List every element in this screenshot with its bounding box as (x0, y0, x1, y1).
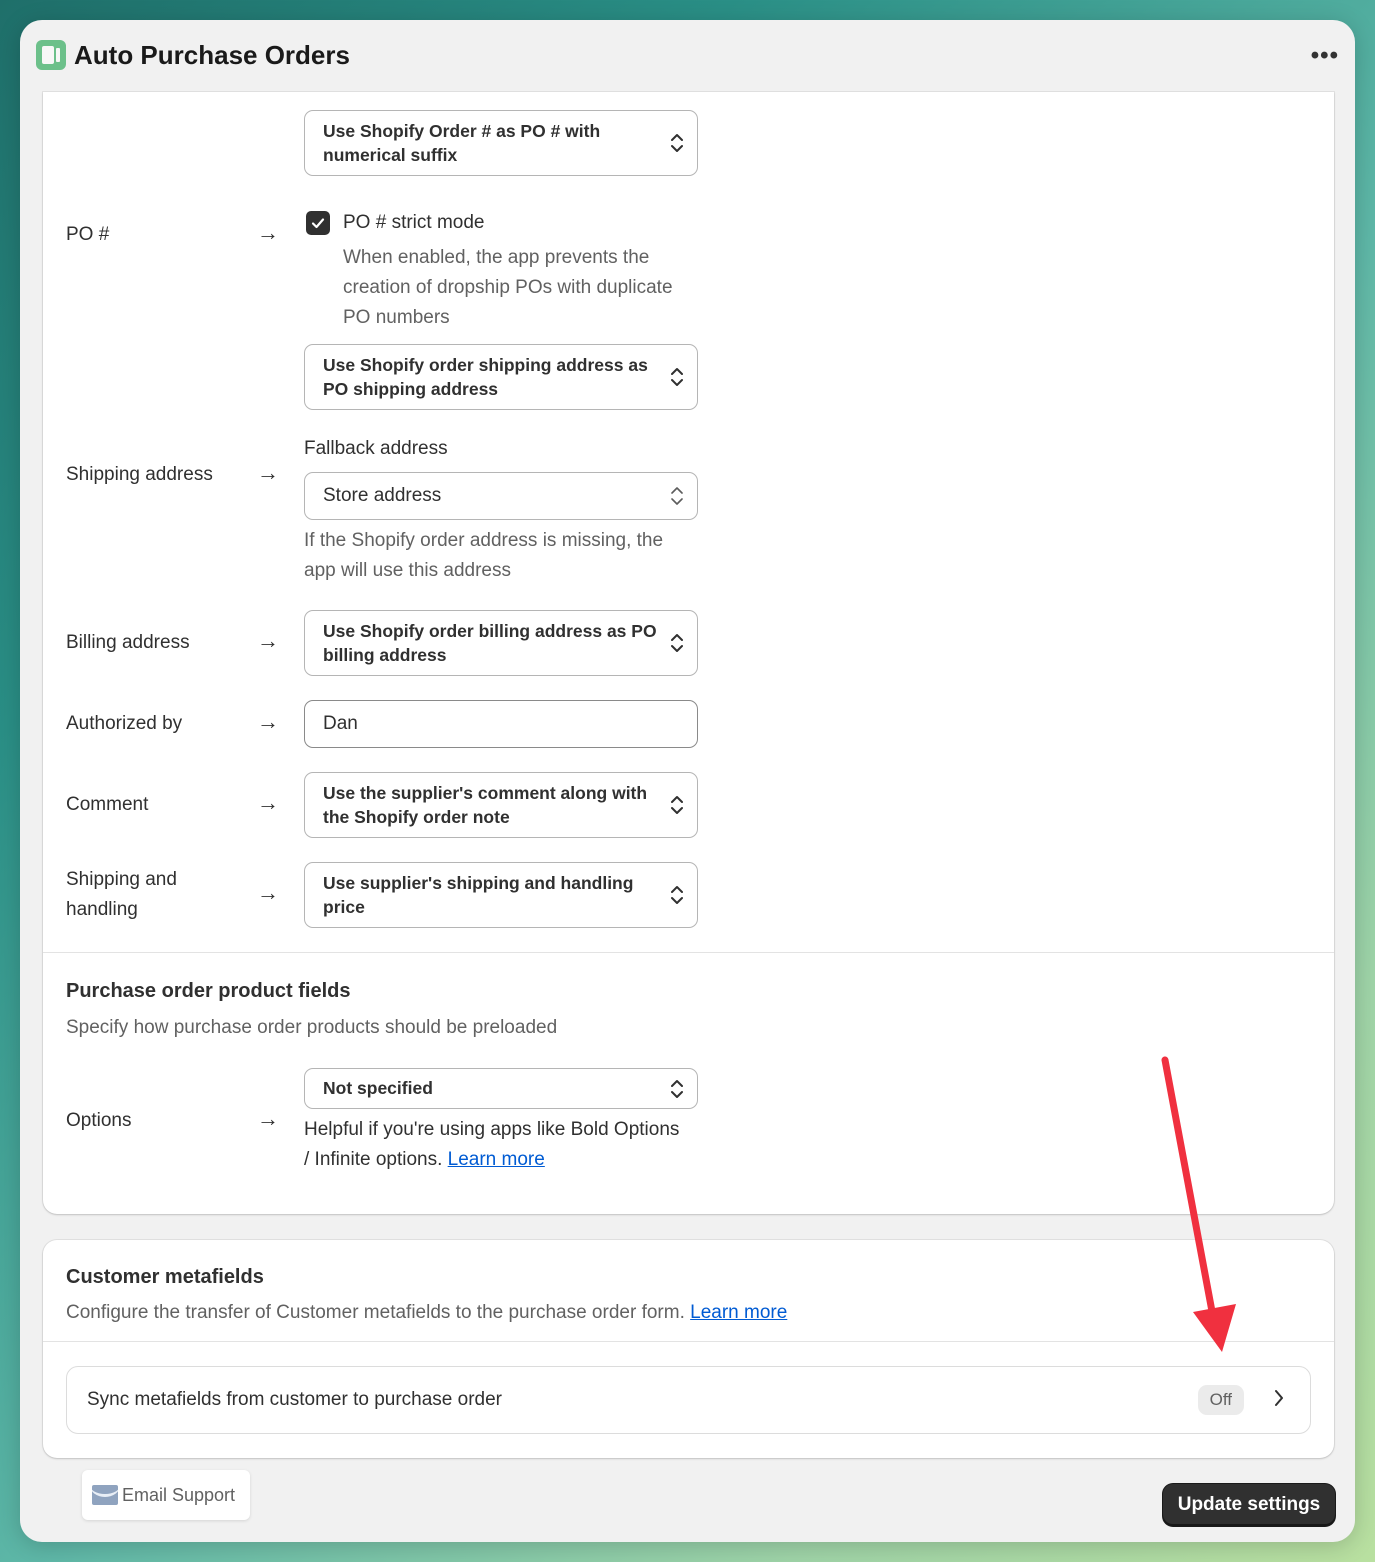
options-select-value: Not specified (323, 1078, 433, 1098)
status-badge: Off (1197, 1385, 1244, 1415)
arrow-right-icon: → (257, 220, 279, 245)
billing-address-select[interactable]: Use Shopify order billing address as PO … (304, 610, 698, 676)
arrow-right-icon: → (257, 790, 279, 815)
update-settings-button[interactable]: Update settings (1163, 1484, 1335, 1526)
strict-mode-checkbox[interactable] (306, 211, 330, 235)
customer-metafields-card: Customer metafields Configure the transf… (43, 1240, 1334, 1458)
options-learn-more-link[interactable]: Learn more (448, 1149, 545, 1170)
sync-metafields-label: Sync metafields from customer to purchas… (87, 1389, 503, 1410)
shipping-handling-select-value: Use supplier's shipping and handling pri… (323, 873, 634, 917)
strict-mode-help: When enabled, the app prevents the creat… (343, 247, 673, 328)
fallback-address-select[interactable]: Store address (304, 472, 698, 520)
product-fields-description: Specify how purchase order products shou… (66, 1017, 558, 1038)
app-window: Auto Purchase Orders ••• PO # → Use Shop… (20, 20, 1355, 1542)
arrow-right-icon: → (257, 460, 279, 485)
billing-address-select-value: Use Shopify order billing address as PO … (323, 621, 657, 665)
customer-metafields-description-text: Configure the transfer of Customer metaf… (66, 1302, 685, 1323)
chevron-up-down-icon (671, 366, 683, 388)
email-support-button[interactable]: Email Support (82, 1470, 250, 1520)
chevron-right-icon (1274, 1389, 1284, 1413)
comment-select[interactable]: Use the supplier's comment along with th… (304, 772, 698, 838)
strict-mode-label: PO # strict mode (343, 212, 485, 233)
shipping-handling-label: Shipping and handling (66, 869, 177, 920)
fallback-address-label: Fallback address (304, 438, 448, 459)
app-logo-icon (36, 40, 66, 70)
chevron-up-down-icon (671, 794, 683, 816)
chevron-up-down-icon (671, 884, 683, 906)
options-help: Helpful if you're using apps like Bold O… (304, 1115, 684, 1175)
comment-label: Comment (66, 794, 149, 815)
chevron-up-down-icon (671, 132, 683, 154)
po-number-select-value: Use Shopify Order # as PO # with numeric… (323, 121, 601, 165)
sync-metafields-row[interactable]: Sync metafields from customer to purchas… (66, 1366, 1311, 1434)
fallback-address-help: If the Shopify order address is missing,… (304, 530, 664, 581)
options-label: Options (66, 1110, 132, 1131)
chevron-up-down-icon (671, 1078, 683, 1100)
comment-select-value: Use the supplier's comment along with th… (323, 783, 648, 827)
metafields-learn-more-link[interactable]: Learn more (690, 1302, 787, 1323)
shipping-address-label: Shipping address (66, 464, 213, 485)
authorized-by-input[interactable]: Dan (304, 700, 698, 748)
customer-metafields-description: Configure the transfer of Customer metaf… (66, 1302, 787, 1324)
checkmark-icon (311, 218, 325, 229)
chevron-up-down-icon (671, 632, 683, 654)
customer-metafields-title: Customer metafields (66, 1266, 264, 1288)
billing-address-label: Billing address (66, 632, 190, 653)
arrow-right-icon: → (257, 1106, 279, 1131)
options-select[interactable]: Not specified (304, 1068, 698, 1109)
arrow-right-icon: → (257, 709, 279, 734)
app-title: Auto Purchase Orders (74, 39, 350, 70)
arrow-right-icon: → (257, 628, 279, 653)
section-divider (43, 1341, 1334, 1342)
shipping-address-select-value: Use Shopify order shipping address as PO… (323, 355, 648, 399)
authorized-by-label: Authorized by (66, 713, 183, 734)
product-fields-title: Purchase order product fields (66, 980, 351, 1002)
po-settings-card: PO # → Use Shopify Order # as PO # with … (43, 92, 1334, 1214)
po-number-label: PO # (66, 224, 110, 245)
mail-icon (92, 1485, 118, 1505)
arrow-right-icon: → (257, 880, 279, 905)
section-divider (43, 952, 1334, 953)
shipping-handling-select[interactable]: Use supplier's shipping and handling pri… (304, 862, 698, 928)
more-options-icon[interactable]: ••• (1311, 42, 1339, 70)
po-number-select[interactable]: Use Shopify Order # as PO # with numeric… (304, 110, 698, 176)
email-support-label: Email Support (122, 1484, 236, 1505)
fallback-address-select-value: Store address (323, 485, 442, 506)
chevron-up-down-icon (671, 485, 683, 507)
title-bar: Auto Purchase Orders ••• (20, 20, 1355, 90)
shipping-address-select[interactable]: Use Shopify order shipping address as PO… (304, 344, 698, 410)
